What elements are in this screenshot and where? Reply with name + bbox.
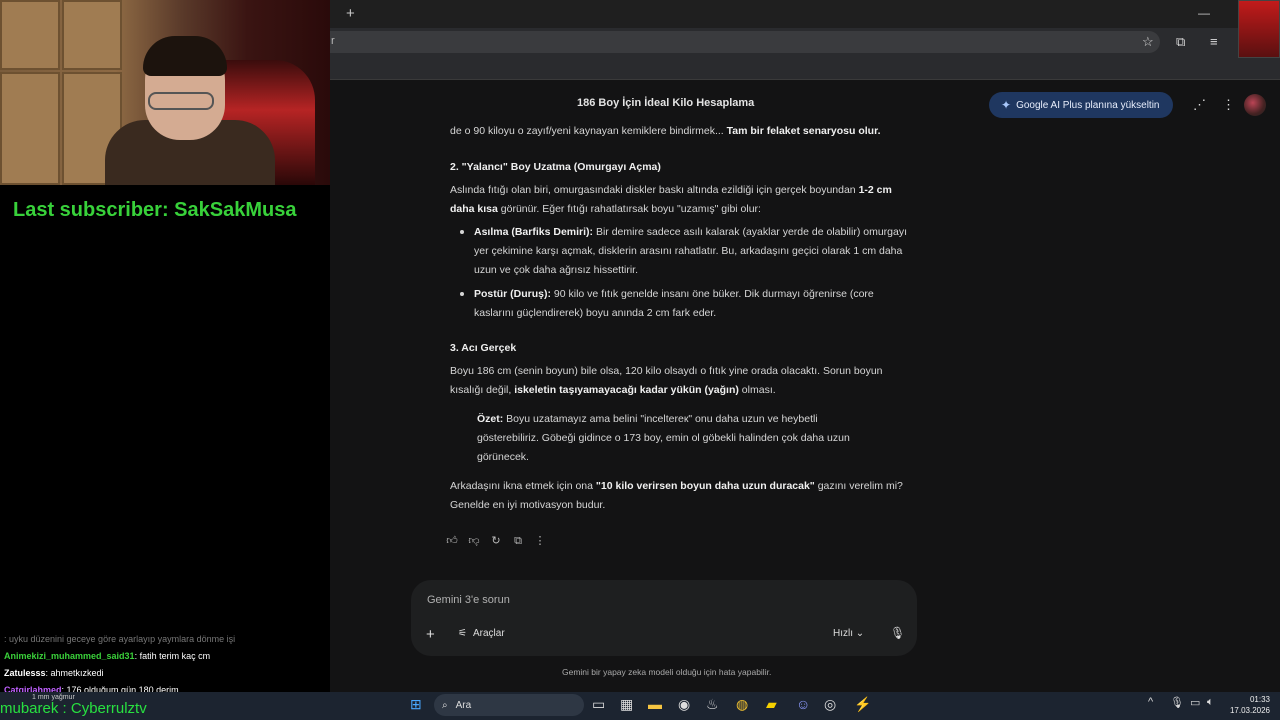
more-options-icon[interactable]: ⋮ bbox=[1222, 97, 1235, 113]
prompt-input[interactable]: Gemini 3'e sorun bbox=[427, 594, 510, 606]
heading-2: 2. "Yalancı" Boy Uzatma (Omurgayı Açma) bbox=[450, 161, 661, 173]
tools-label: Araçlar bbox=[472, 628, 505, 639]
app-icon-red[interactable]: ⚡ bbox=[854, 696, 871, 713]
response-actions: 👍︎ 👎︎ ↻ ⧉ ⋮ bbox=[445, 534, 547, 548]
start-icon[interactable]: ⊞ bbox=[410, 696, 422, 713]
bookmarks-bar bbox=[330, 56, 1280, 80]
taskbar bbox=[0, 692, 1280, 720]
chat-message: : uyku düzenini geceye göre ayarlayıp ya… bbox=[4, 634, 236, 644]
list-item: Asılma (Barfiks Demiri): Bir demire sade… bbox=[460, 223, 910, 280]
copy-icon[interactable]: ⧉ bbox=[511, 534, 525, 548]
microphone-tray-icon[interactable]: 🎙︎ bbox=[1170, 696, 1184, 709]
chevron-down-icon: ⌄ bbox=[855, 628, 865, 639]
notes-icon[interactable]: ▰ bbox=[766, 696, 777, 713]
summary-block: Özet: Boyu uzatamayız ama belini "incelt… bbox=[477, 413, 850, 463]
model-speed-label: Hızlı bbox=[833, 628, 853, 639]
network-icon[interactable]: ▭ bbox=[1190, 696, 1200, 709]
upgrade-button[interactable]: ✦ Google AI Plus planına yükseltin bbox=[989, 92, 1173, 118]
thumbs-up-icon[interactable]: 👍︎ bbox=[445, 534, 459, 548]
regenerate-icon[interactable]: ↻ bbox=[489, 534, 503, 548]
paragraph-3: Boyu 186 cm (senin boyun) bile olsa, 120… bbox=[450, 365, 883, 396]
model-speed-dropdown[interactable]: Hızlı ⌄ bbox=[833, 628, 864, 639]
calculator-icon[interactable]: ▦ bbox=[620, 696, 633, 713]
list-item: Postür (Duruş): 90 kilo ve fıtık genelde… bbox=[460, 285, 910, 323]
app-icon[interactable]: ◉ bbox=[678, 696, 690, 713]
last-subscriber-text: Last subscriber: SakSakMusa bbox=[13, 199, 297, 221]
prompt-box[interactable] bbox=[411, 580, 917, 656]
ticker-text: mubarek : Cyberrulztv bbox=[0, 700, 147, 717]
more-icon[interactable]: ⋮ bbox=[533, 534, 547, 548]
closing-paragraph: Arkadaşını ikna etmek için ona "10 kilo … bbox=[450, 480, 903, 511]
tray-chevron-icon[interactable]: ^ bbox=[1148, 696, 1153, 708]
tab-strip bbox=[330, 0, 1280, 28]
search-label: Ara bbox=[455, 699, 472, 711]
paragraph-2: Aslında fıtığı olan biri, omurgasındaki … bbox=[450, 184, 892, 215]
extensions-icon[interactable]: ⧉ bbox=[1176, 34, 1185, 50]
microphone-icon[interactable]: 🎙︎ bbox=[890, 626, 905, 640]
share-icon[interactable]: ⋰ bbox=[1193, 97, 1206, 113]
chat-message: Animekizi_muhammed_said31: fatih terim k… bbox=[4, 651, 211, 661]
sparkle-icon: ✦ bbox=[1001, 98, 1012, 112]
thumbs-down-icon[interactable]: 👎︎ bbox=[467, 534, 481, 548]
file-explorer-icon[interactable]: ▬ bbox=[648, 696, 662, 712]
minimize-button[interactable]: — bbox=[1198, 6, 1210, 20]
upgrade-label: Google AI Plus planına yükseltin bbox=[1016, 99, 1160, 111]
discord-icon[interactable]: ☺ bbox=[796, 696, 810, 712]
clock-date: 17.03.2026 bbox=[1229, 706, 1270, 715]
heading-3: 3. Acı Gerçek bbox=[450, 342, 517, 354]
address-bar[interactable] bbox=[330, 31, 1160, 53]
streamer-thumbnail bbox=[1238, 0, 1280, 58]
steam-icon[interactable]: ♨ bbox=[706, 696, 719, 713]
tools-icon: ⚟ bbox=[458, 628, 467, 639]
tools-button[interactable]: ⚟ Araçlar bbox=[458, 628, 505, 639]
clock-time: 01:33 bbox=[1249, 695, 1270, 704]
avatar[interactable] bbox=[1244, 94, 1266, 116]
clock[interactable]: 01:33 17.03.2026 bbox=[1228, 694, 1270, 716]
screen: + — r ☆ ⧉ ≡ 186 Boy İçin İdeal Kilo Hesa… bbox=[0, 0, 1280, 720]
response-line-1: de o 90 kiloyu o zayıf/yeni kaynayan kem… bbox=[450, 125, 881, 137]
disclaimer-text: Gemini bir yapay zeka modeli olduğu için… bbox=[562, 667, 772, 677]
chat-title[interactable]: 186 Boy İçin İdeal Kilo Hesaplama bbox=[577, 97, 754, 109]
search-icon: ⌕ bbox=[442, 699, 448, 711]
new-tab-button[interactable]: + bbox=[346, 5, 355, 23]
add-attachment-button[interactable]: + bbox=[426, 626, 435, 643]
volume-icon[interactable]: 🔈︎ bbox=[1207, 696, 1214, 709]
webcam-feed bbox=[0, 0, 330, 185]
address-text: r bbox=[331, 35, 335, 47]
chat-message: Zatulesss: ahmetkızkedi bbox=[4, 668, 104, 678]
bookmark-star-icon[interactable]: ☆ bbox=[1142, 34, 1154, 50]
obs-icon[interactable]: ◎ bbox=[824, 696, 836, 713]
chrome-icon[interactable]: ◍ bbox=[736, 696, 748, 713]
taskbar-search[interactable]: ⌕ Ara bbox=[434, 694, 584, 716]
task-view-icon[interactable]: ▭ bbox=[592, 696, 605, 713]
media-icon[interactable]: ≡ bbox=[1210, 34, 1218, 49]
